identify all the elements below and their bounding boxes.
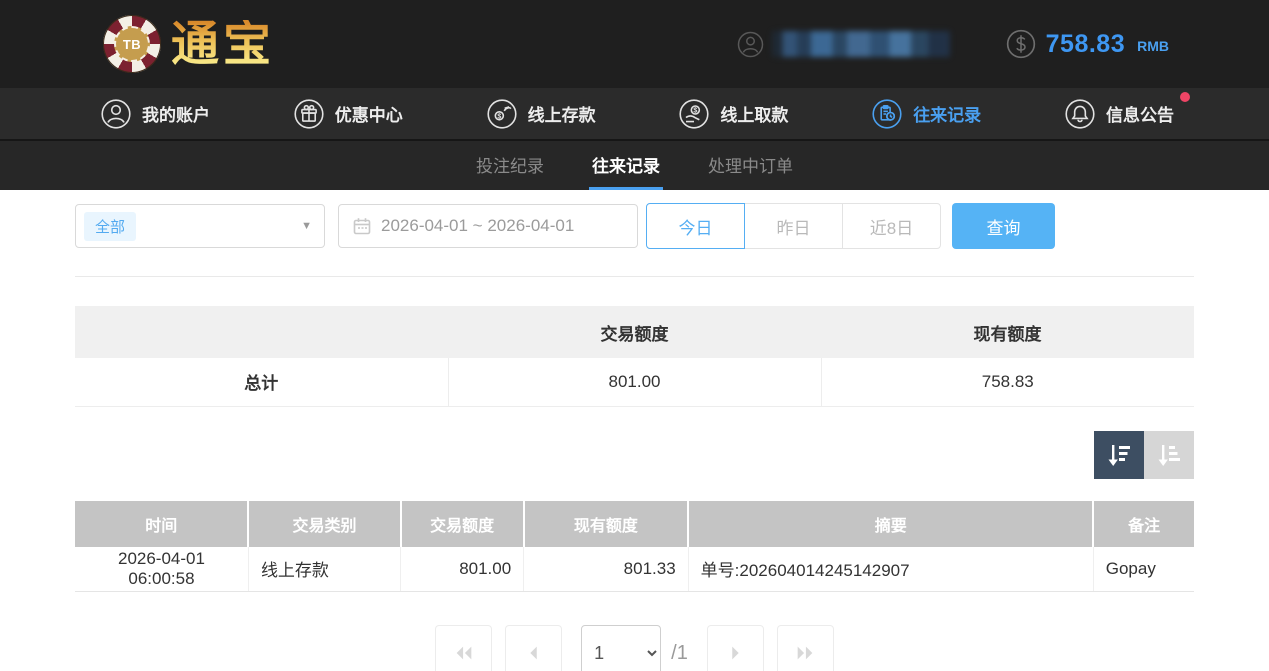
nav-item-promotions[interactable]: 优惠中心	[293, 98, 403, 130]
records-table: 时间 交易类别 交易额度 现有额度 摘要 备注 2026-04-01 06:00…	[75, 501, 1194, 593]
logo-initials: TB	[114, 26, 150, 62]
top-header: TB 通宝 758.83 RMB	[0, 0, 1269, 88]
records-col-summary: 摘要	[688, 501, 1093, 547]
sort-ascending-icon	[1154, 440, 1184, 470]
balance-currency: RMB	[1137, 38, 1169, 54]
query-button[interactable]: 查询	[952, 203, 1055, 249]
record-amount: 801.00	[401, 547, 524, 592]
records-col-balance: 现有额度	[524, 501, 688, 547]
section-divider	[75, 276, 1194, 277]
total-pages-label: /1	[671, 642, 688, 665]
balance-amount: 758.83	[1046, 30, 1125, 59]
summary-transaction-amount: 801.00	[448, 358, 821, 406]
records-col-type: 交易类别	[248, 501, 400, 547]
pagination: 1 /1	[75, 625, 1194, 671]
sort-descending-button[interactable]	[1094, 431, 1144, 479]
record-summary: 单号:202604014245142907	[688, 547, 1093, 592]
transaction-type-select[interactable]: 全部 ▼	[75, 204, 325, 248]
bell-icon	[1064, 98, 1096, 130]
summary-table: 交易额度 现有额度 总计 801.00 758.83	[75, 306, 1194, 407]
double-left-arrow-icon	[453, 642, 475, 664]
page-select[interactable]: 1	[581, 625, 661, 671]
selected-type-tag[interactable]: 全部	[84, 212, 136, 241]
user-icon	[100, 98, 132, 130]
quick-date-group: 今日 昨日 近8日	[646, 203, 941, 249]
nav-item-records[interactable]: 往来记录	[871, 98, 981, 130]
first-page-button[interactable]	[435, 625, 492, 671]
sub-nav: 投注纪录 往来记录 处理中订单	[0, 139, 1269, 190]
chevron-down-icon: ▼	[301, 220, 312, 232]
withdraw-icon: $	[678, 98, 710, 130]
records-col-remark: 备注	[1093, 501, 1194, 547]
date-range-value: 2026-04-01 ~ 2026-04-01	[381, 216, 574, 236]
summary-total-label: 总计	[75, 358, 448, 406]
next-page-button[interactable]	[707, 625, 764, 671]
double-right-arrow-icon	[794, 642, 816, 664]
svg-text:$: $	[497, 112, 501, 120]
tab-processing-orders[interactable]: 处理中订单	[705, 141, 796, 190]
last-page-button[interactable]	[777, 625, 834, 671]
records-col-time: 时间	[75, 501, 248, 547]
calendar-icon	[353, 217, 371, 235]
summary-current-balance: 758.83	[821, 358, 1194, 406]
tab-betting-records[interactable]: 投注纪录	[473, 141, 547, 190]
records-col-amount: 交易额度	[401, 501, 524, 547]
left-arrow-icon	[523, 642, 545, 664]
records-icon	[871, 98, 903, 130]
main-nav: 我的账户 优惠中心 $ 线上存款 $ 线上取款	[0, 88, 1269, 139]
nav-item-my-account[interactable]: 我的账户	[100, 98, 210, 130]
dollar-coin-icon	[1006, 29, 1036, 59]
record-remark: Gopay	[1093, 547, 1194, 592]
content: 全部 ▼ 2026-04-01 ~ 2026-04-01 今日 昨日 近8日 查…	[0, 203, 1269, 671]
sort-controls	[75, 431, 1194, 479]
record-balance: 801.33	[524, 547, 688, 592]
filter-row: 全部 ▼ 2026-04-01 ~ 2026-04-01 今日 昨日 近8日 查…	[75, 203, 1194, 249]
previous-page-button[interactable]	[505, 625, 562, 671]
user-avatar-icon	[737, 31, 764, 58]
notification-dot	[1180, 92, 1190, 102]
table-row: 2026-04-01 06:00:58 线上存款 801.00 801.33 单…	[75, 547, 1194, 592]
today-button[interactable]: 今日	[646, 203, 745, 249]
summary-col-transaction-amount: 交易额度	[448, 306, 821, 358]
deposit-icon: $	[486, 98, 518, 130]
summary-col-current-balance: 现有额度	[821, 306, 1194, 358]
nav-item-announcements[interactable]: 信息公告	[1064, 98, 1174, 130]
record-type: 线上存款	[248, 547, 400, 592]
balance-box[interactable]: 758.83 RMB	[1006, 29, 1169, 59]
user-account-box[interactable]	[737, 31, 950, 58]
summary-total-row: 总计 801.00 758.83	[75, 358, 1194, 406]
tab-transaction-records[interactable]: 往来记录	[589, 141, 663, 190]
date-range-input[interactable]: 2026-04-01 ~ 2026-04-01	[338, 204, 638, 248]
svg-text:$: $	[694, 106, 698, 114]
right-arrow-icon	[724, 642, 746, 664]
summary-col-empty	[75, 306, 448, 358]
sort-descending-icon	[1104, 440, 1134, 470]
yesterday-button[interactable]: 昨日	[744, 203, 843, 249]
page-select-wrap: 1 /1	[581, 625, 688, 671]
site-logo[interactable]: TB 通宝	[103, 15, 275, 73]
nav-item-deposit[interactable]: $ 线上存款	[486, 98, 596, 130]
poker-chip-logo-icon: TB	[103, 15, 161, 73]
logo-text: 通宝	[171, 20, 275, 68]
header-right: 758.83 RMB	[737, 29, 1169, 59]
record-time: 2026-04-01 06:00:58	[75, 547, 248, 592]
gift-icon	[293, 98, 325, 130]
last-8-days-button[interactable]: 近8日	[842, 203, 941, 249]
username-blurred	[772, 31, 950, 57]
page: TB 通宝 758.83 RMB	[0, 0, 1269, 671]
nav-item-withdraw[interactable]: $ 线上取款	[678, 98, 788, 130]
sort-ascending-button[interactable]	[1144, 431, 1194, 479]
